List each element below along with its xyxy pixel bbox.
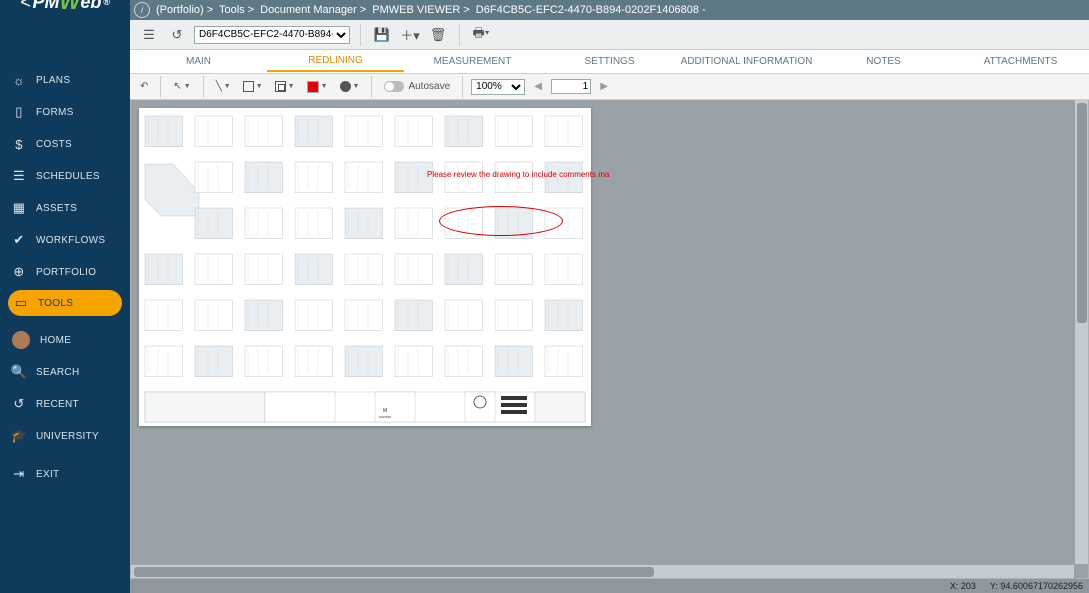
breadcrumb-bar: i (Portfolio)> Tools> Document Manager> … — [0, 0, 1089, 20]
sidebar-item-recent[interactable]: ↺RECENT — [0, 388, 130, 420]
exit-icon: ⇥ — [12, 466, 26, 482]
page-input[interactable] — [551, 79, 591, 94]
tab-measurement[interactable]: MEASUREMENT — [404, 52, 541, 71]
shape-tool[interactable]: ▼ — [271, 81, 299, 92]
svg-text:M: M — [383, 408, 387, 414]
sidebar-item-workflows[interactable]: ✔WORKFLOWS — [0, 224, 130, 256]
sidebar-item-portfolio[interactable]: ⊕PORTFOLIO — [0, 256, 130, 288]
tab-notes[interactable]: NOTES — [815, 52, 952, 71]
recent-icon: ↺ — [12, 396, 26, 412]
rect-tool[interactable]: ▼ — [239, 81, 267, 92]
drawing-viewer[interactable]: M MARSIM Please review the drawing to in… — [130, 100, 1089, 579]
sidebar-item-costs[interactable]: $COSTS — [0, 128, 130, 160]
drawing-svg: M MARSIM — [139, 108, 591, 426]
sidebar-item-home[interactable]: HOME — [0, 324, 130, 356]
zoom-select[interactable]: 100% — [471, 79, 525, 95]
delete-button[interactable]: 🗑 — [427, 24, 449, 46]
tab-settings[interactable]: SETTINGS — [541, 52, 678, 71]
sidebar: ☼PLANS ▯FORMS $COSTS ☰SCHEDULES ▦ASSETS … — [0, 20, 130, 593]
fill-picker[interactable]: ▼ — [336, 81, 364, 92]
check-icon: ✔ — [12, 232, 26, 248]
color-picker[interactable]: ▼ — [303, 81, 332, 93]
tab-additional-information[interactable]: ADDITIONAL INFORMATION — [678, 52, 815, 71]
app-logo: <PMWeb® — [0, 0, 130, 24]
next-page-button[interactable]: ▶ — [595, 81, 613, 92]
prev-page-button[interactable]: ◀ — [529, 81, 547, 92]
save-button[interactable]: 💾 — [371, 24, 393, 46]
coord-x: X: 203 — [950, 581, 976, 591]
dollar-icon: $ — [12, 137, 26, 152]
bulb-icon: ☼ — [12, 73, 26, 88]
status-bar: X: 203 Y: 94.60067170262956 — [130, 579, 1089, 593]
sidebar-item-search[interactable]: 🔍SEARCH — [0, 356, 130, 388]
info-icon[interactable]: i — [134, 2, 150, 18]
coord-y: Y: 94.60067170262956 — [990, 581, 1083, 591]
sidebar-item-exit[interactable]: ⇥EXIT — [0, 458, 130, 490]
horizontal-scrollbar[interactable] — [131, 564, 1074, 578]
list-icon: ☰ — [12, 168, 26, 184]
grad-cap-icon: 🎓 — [12, 428, 26, 444]
viewer-wrap: M MARSIM Please review the drawing to in… — [130, 100, 1089, 593]
avatar-icon — [12, 331, 30, 349]
list-icon-button[interactable]: ☰ — [138, 24, 160, 46]
markup-text: Please review the drawing to include com… — [427, 170, 609, 179]
add-button[interactable]: ＋▾ — [399, 24, 421, 46]
undo-button[interactable]: ↶ — [136, 81, 152, 92]
print-button[interactable]: 🖶▾ — [470, 24, 492, 46]
building-icon: ▦ — [12, 200, 26, 216]
pointer-tool[interactable]: ↖▼ — [169, 81, 194, 92]
tab-attachments[interactable]: ATTACHMENTS — [952, 52, 1089, 71]
viewer-tabs: MAIN REDLINING MEASUREMENT SETTINGS ADDI… — [130, 50, 1089, 74]
drawing-page: M MARSIM Please review the drawing to in… — [139, 108, 591, 426]
vertical-scrollbar[interactable] — [1074, 100, 1088, 564]
toolbox-icon: ▭ — [14, 295, 28, 311]
main-area: ☰ ↺ D6F4CB5C-EFC2-4470-B894-0202F1 💾 ＋▾ … — [130, 20, 1089, 593]
sidebar-item-plans[interactable]: ☼PLANS — [0, 64, 130, 96]
markup-toolbar: ↶ ↖▼ ╲▼ ▼ ▼ ▼ ▼ Autosave 100% ◀ ▶ — [130, 74, 1089, 100]
history-button[interactable]: ↺ — [166, 24, 188, 46]
breadcrumb: (Portfolio)> Tools> Document Manager> PM… — [156, 4, 706, 16]
tab-main[interactable]: MAIN — [130, 52, 267, 71]
globe-icon: ⊕ — [12, 264, 26, 280]
autosave-toggle[interactable]: Autosave — [380, 81, 454, 92]
sidebar-item-schedules[interactable]: ☰SCHEDULES — [0, 160, 130, 192]
markup-oval — [439, 206, 563, 236]
line-tool[interactable]: ╲▼ — [212, 81, 235, 92]
document-select[interactable]: D6F4CB5C-EFC2-4470-B894-0202F1 — [194, 26, 350, 44]
sidebar-item-university[interactable]: 🎓UNIVERSITY — [0, 420, 130, 452]
sidebar-item-assets[interactable]: ▦ASSETS — [0, 192, 130, 224]
page-icon: ▯ — [12, 104, 26, 120]
search-icon: 🔍 — [12, 364, 26, 380]
record-toolbar: ☰ ↺ D6F4CB5C-EFC2-4470-B894-0202F1 💾 ＋▾ … — [130, 20, 1089, 50]
sidebar-item-forms[interactable]: ▯FORMS — [0, 96, 130, 128]
sidebar-item-tools[interactable]: ▭TOOLS — [8, 290, 122, 316]
svg-text:MARSIM: MARSIM — [379, 415, 392, 419]
tab-redlining[interactable]: REDLINING — [267, 51, 404, 72]
